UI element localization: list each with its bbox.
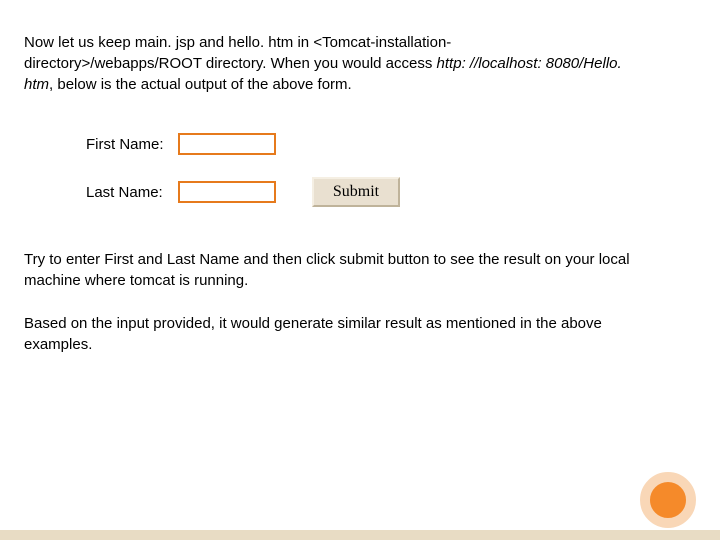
bottom-bar — [0, 530, 720, 540]
intro-text-1: Now let us keep main. jsp and hello. htm… — [24, 34, 451, 72]
instruction-paragraph: Try to enter First and Last Name and the… — [24, 249, 664, 291]
sample-form: First Name: Last Name: Submit — [86, 133, 696, 207]
result-paragraph: Based on the input provided, it would ge… — [24, 313, 664, 355]
last-name-label: Last Name: — [86, 184, 178, 201]
first-name-input[interactable] — [178, 133, 276, 155]
decorative-circle-icon — [640, 472, 696, 528]
submit-button[interactable]: Submit — [312, 177, 400, 207]
last-name-input[interactable] — [178, 181, 276, 203]
intro-text-2: , below is the actual output of the abov… — [49, 76, 352, 93]
intro-paragraph: Now let us keep main. jsp and hello. htm… — [24, 32, 624, 95]
last-name-row: Last Name: Submit — [86, 177, 696, 207]
first-name-label: First Name: — [86, 136, 178, 153]
first-name-row: First Name: — [86, 133, 696, 155]
